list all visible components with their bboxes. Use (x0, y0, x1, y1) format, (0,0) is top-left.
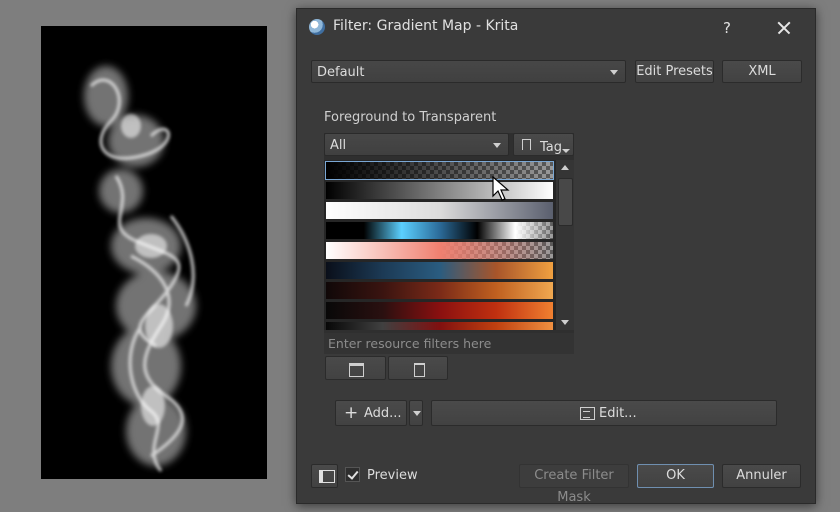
edit-presets-label: Edit Presets (636, 64, 713, 79)
edit-presets-button[interactable]: Edit Presets (635, 60, 714, 83)
xml-button[interactable]: XML (722, 60, 802, 83)
chevron-down-icon (413, 411, 421, 416)
add-label: Add... (364, 406, 402, 421)
chevron-down-icon (610, 70, 618, 75)
gradient-swatch-foreground-to-transparent[interactable] (325, 161, 554, 180)
gradient-list-scrollbar[interactable] (556, 160, 574, 330)
gradient-swatch-white-salmon-transparent[interactable] (326, 242, 553, 259)
gradient-list[interactable] (324, 160, 556, 330)
close-icon[interactable] (767, 14, 801, 42)
gradient-swatch-black-gray-red-orange[interactable] (326, 322, 553, 330)
ok-label: OK (666, 468, 685, 483)
sidebar-toggle-button[interactable] (311, 464, 338, 488)
create-filter-mask-label: Create Filter Mask (534, 468, 614, 505)
sidebar-toggle-icon (319, 470, 335, 483)
scroll-thumb[interactable] (558, 178, 573, 226)
create-filter-mask-button[interactable]: Create Filter Mask (519, 464, 629, 505)
preset-dropdown[interactable]: Default (311, 60, 626, 83)
trash-icon (414, 363, 425, 377)
folder-icon (349, 363, 364, 377)
gradient-swatch-white-to-gray[interactable] (326, 202, 553, 219)
tag-button-label: Tag (540, 140, 563, 155)
tag-filter-value: All (330, 138, 347, 153)
add-gradient-button[interactable]: + Add... (335, 400, 407, 426)
import-resource-button[interactable] (325, 356, 386, 380)
gradient-swatch-black-to-white[interactable] (326, 182, 553, 199)
title-bar[interactable]: Filter: Gradient Map - Krita ? (297, 9, 815, 47)
scroll-up-arrow[interactable] (557, 161, 573, 175)
gradient-swatch-black-red-orange[interactable] (326, 302, 553, 319)
edit-icon (580, 407, 595, 420)
delete-resource-button[interactable] (388, 356, 448, 380)
tag-button[interactable]: Tag (513, 133, 574, 156)
tag-filter-dropdown[interactable]: All (324, 133, 509, 156)
plus-icon: + (344, 403, 359, 423)
resource-filter-input[interactable] (324, 333, 574, 354)
krita-icon (309, 19, 325, 35)
add-menu-button[interactable] (409, 400, 423, 426)
scroll-down-arrow[interactable] (557, 315, 573, 329)
smoke-image (84, 66, 196, 472)
preview-label[interactable]: Preview (367, 468, 418, 483)
preset-value: Default (317, 65, 365, 80)
ok-button[interactable]: OK (637, 464, 714, 488)
edit-gradient-button[interactable]: Edit... (431, 400, 777, 426)
dialog-title: Filter: Gradient Map - Krita (333, 18, 519, 34)
help-button[interactable]: ? (715, 16, 739, 40)
gradient-swatch-navy-teal-orange[interactable] (326, 262, 553, 279)
edit-label: Edit... (599, 406, 637, 421)
bookmark-icon (522, 139, 531, 150)
gradient-swatch-dark-red-orange[interactable] (326, 282, 553, 299)
canvas-image (41, 26, 267, 479)
preview-checkbox[interactable] (345, 467, 360, 482)
cancel-label: Annuler (736, 468, 787, 483)
selected-gradient-name: Foreground to Transparent (324, 110, 497, 125)
mouse-cursor-icon (492, 176, 510, 201)
chevron-down-icon (493, 143, 501, 148)
xml-label: XML (748, 64, 776, 79)
cancel-button[interactable]: Annuler (722, 464, 801, 488)
gradient-map-dialog: Filter: Gradient Map - Krita ? Default E… (296, 8, 816, 505)
gradient-swatch-black-blue-transparent[interactable] (326, 222, 553, 239)
chevron-down-icon (562, 149, 570, 153)
